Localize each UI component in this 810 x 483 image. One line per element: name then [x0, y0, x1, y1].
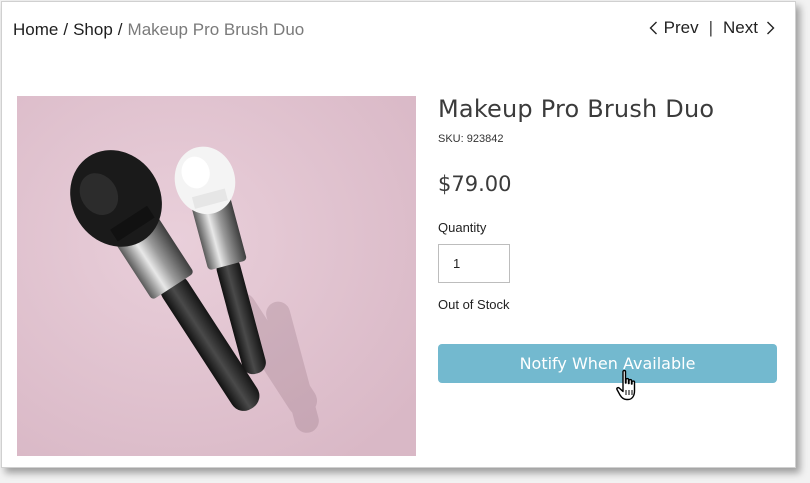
product-image [17, 96, 416, 456]
product-sku: SKU: 923842 [438, 133, 504, 145]
breadcrumb-shop-link[interactable]: Shop [73, 20, 113, 39]
chevron-left-icon [649, 21, 658, 35]
product-title: Makeup Pro Brush Duo [438, 95, 715, 123]
breadcrumb-current: Makeup Pro Brush Duo [127, 20, 305, 39]
pager-divider: | [708, 18, 714, 37]
prev-label: Prev [663, 18, 699, 37]
notify-when-available-button[interactable]: Notify When Available [438, 344, 777, 383]
quantity-label: Quantity [438, 220, 487, 235]
next-label: Next [723, 18, 758, 37]
next-link[interactable]: Next [723, 18, 775, 38]
product-page: Home / Shop / Makeup Pro Brush Duo Prev | Ne… [1, 1, 796, 468]
stock-status: Out of Stock [438, 297, 510, 312]
quantity-input[interactable] [438, 244, 510, 283]
prev-link[interactable]: Prev [649, 18, 699, 38]
makeup-brushes-photo [17, 96, 416, 456]
breadcrumb-home-link[interactable]: Home [13, 20, 58, 39]
breadcrumb: Home / Shop / Makeup Pro Brush Duo [13, 20, 304, 40]
hand-cursor-icon [615, 369, 643, 403]
breadcrumb-separator: / [63, 20, 69, 39]
breadcrumb-separator: / [117, 20, 123, 39]
product-price: $79.00 [438, 172, 512, 196]
product-pager: Prev | Next [649, 18, 775, 38]
chevron-right-icon [766, 21, 775, 35]
